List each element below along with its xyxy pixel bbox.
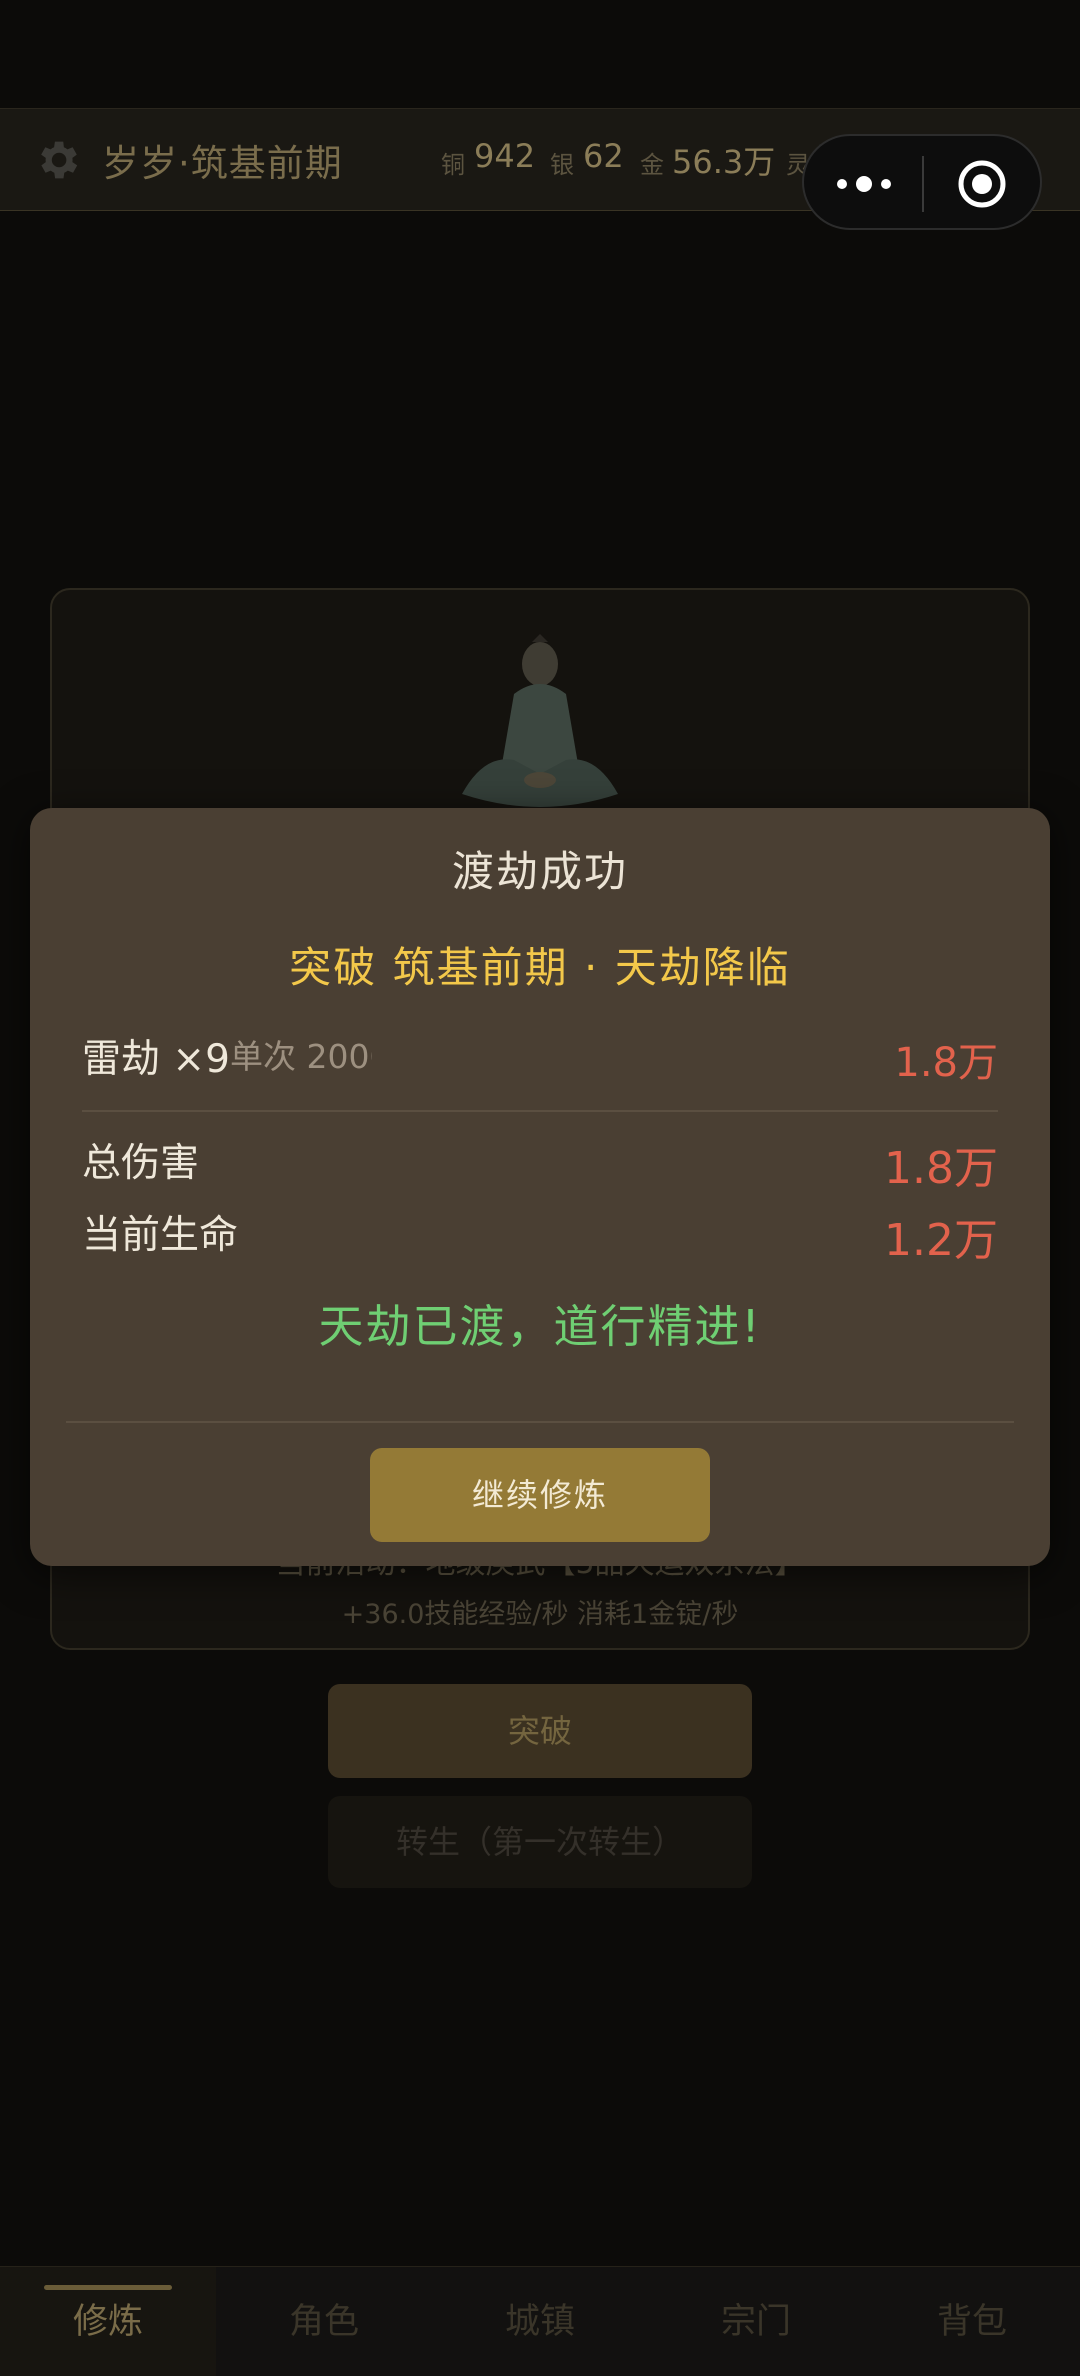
continue-cultivating-button[interactable]: 继续修炼 <box>370 1448 710 1542</box>
thunder-hint: 单次 2000 <box>230 1037 372 1076</box>
player-name: 岁岁·筑基前期 <box>102 142 343 185</box>
breakthrough-button[interactable]: 突破 <box>328 1684 752 1778</box>
gold-label: 金 <box>640 151 664 179</box>
bottom-tab-bar: 修炼 角色 城镇 宗门 背包 <box>0 2266 1080 2376</box>
silver-value: 62 <box>583 137 624 175</box>
tab-label: 背包 <box>936 2302 1007 2342</box>
dialog-subtitle: 突破 筑基前期 · 天劫降临 <box>289 943 791 992</box>
tab-label: 角色 <box>288 2302 359 2342</box>
silver-label: 银 <box>550 151 574 179</box>
close-miniprogram-icon[interactable] <box>956 158 1008 210</box>
footer-divider <box>66 1421 1014 1423</box>
exp-rate-text: +36.0技能经验/秒 消耗1金锭/秒 <box>341 1599 739 1630</box>
total-damage-label: 总伤害 <box>82 1141 200 1186</box>
dialog-title: 渡劫成功 <box>451 847 628 896</box>
capsule-divider <box>922 156 924 212</box>
thunder-damage-value: 1.8万 <box>894 1040 998 1086</box>
thunder-label: 雷劫 ×9 <box>82 1037 230 1082</box>
current-hp-label: 当前生命 <box>82 1213 239 1258</box>
meditating-cultivator-image <box>462 634 618 807</box>
tab-label: 修炼 <box>72 2302 143 2342</box>
tab-bag[interactable]: 背包 <box>864 2267 1080 2376</box>
copper-label: 铜 <box>441 151 465 179</box>
tab-label: 宗门 <box>720 2302 791 2342</box>
more-options-icon[interactable] <box>834 167 894 201</box>
miniprogram-capsule <box>802 134 1042 230</box>
copper-value: 942 <box>474 137 536 175</box>
tab-character[interactable]: 角色 <box>216 2267 432 2376</box>
total-damage-value: 1.8万 <box>884 1143 998 1194</box>
gold-value: 56.3万 <box>672 143 776 181</box>
tab-cultivate[interactable]: 修炼 <box>0 2267 216 2376</box>
gear-icon[interactable] <box>32 135 82 185</box>
tab-sect[interactable]: 宗门 <box>648 2267 864 2376</box>
success-message: 天劫已渡，道行精进! <box>318 1300 762 1353</box>
tribulation-result-dialog: 渡劫成功 突破 筑基前期 · 天劫降临 雷劫 ×9 单次 2000 1.8万 总… <box>30 808 1050 1566</box>
row-divider <box>82 1110 998 1112</box>
rebirth-button[interactable]: 转生（第一次转生） <box>328 1796 752 1888</box>
tab-label: 城镇 <box>504 2302 575 2342</box>
active-tab-indicator <box>44 2285 172 2290</box>
tab-town[interactable]: 城镇 <box>432 2267 648 2376</box>
current-hp-value: 1.2万 <box>884 1215 998 1266</box>
